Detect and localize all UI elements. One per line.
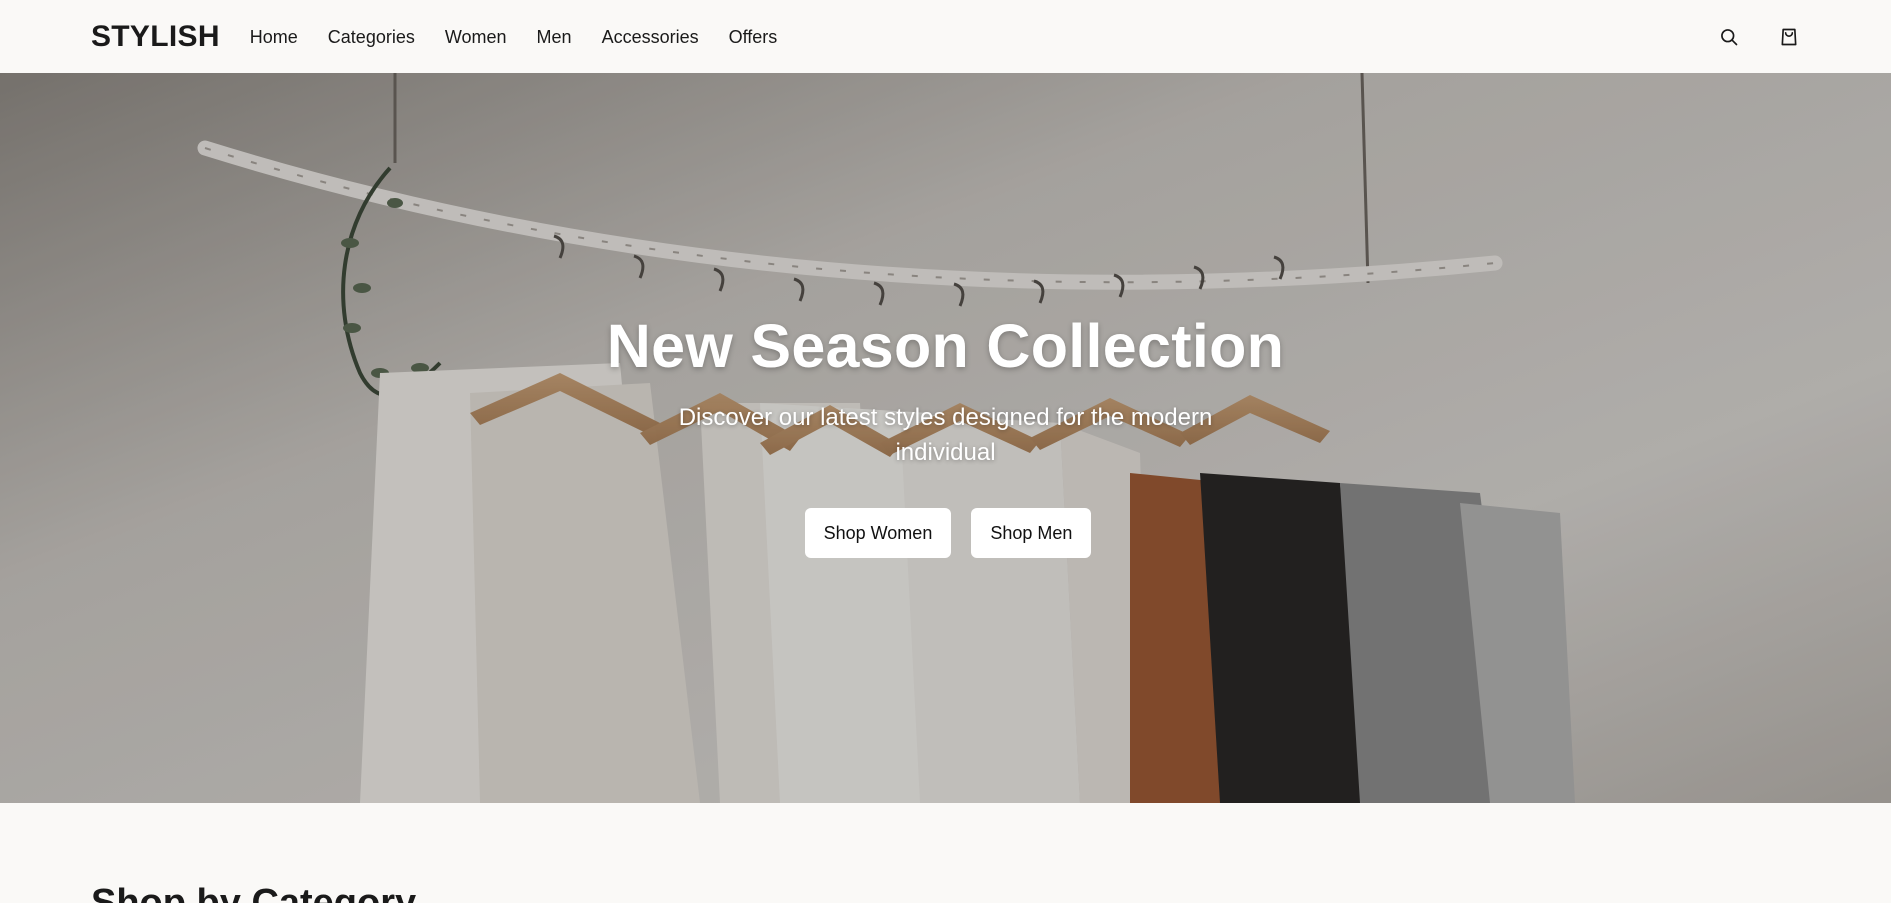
- header-actions: [1718, 26, 1800, 48]
- nav-item-accessories[interactable]: Accessories: [602, 28, 699, 46]
- hero-title: New Season Collection: [606, 312, 1285, 380]
- nav-item-home[interactable]: Home: [250, 28, 298, 46]
- hero-content: New Season Collection Discover our lates…: [0, 73, 1891, 803]
- site-logo[interactable]: STYLISH: [91, 20, 220, 54]
- site-header: STYLISH Home Categories Women Men Access…: [0, 0, 1891, 73]
- nav-item-offers[interactable]: Offers: [729, 28, 778, 46]
- search-icon[interactable]: [1718, 26, 1740, 48]
- nav-item-men[interactable]: Men: [537, 28, 572, 46]
- shopping-bag-icon[interactable]: [1778, 26, 1800, 48]
- nav-item-women[interactable]: Women: [445, 28, 507, 46]
- shop-men-button[interactable]: Shop Men: [971, 508, 1092, 558]
- hero-cta-group: Shop Women Shop Men: [0, 508, 1891, 558]
- nav-item-categories[interactable]: Categories: [328, 28, 415, 46]
- hero-banner: New Season Collection Discover our lates…: [0, 73, 1891, 803]
- main-nav: Home Categories Women Men Accessories Of…: [250, 28, 808, 46]
- shop-by-category-title: Shop by Category: [91, 882, 417, 903]
- shop-women-button[interactable]: Shop Women: [804, 508, 952, 558]
- hero-subtitle: Discover our latest styles designed for …: [678, 404, 1213, 466]
